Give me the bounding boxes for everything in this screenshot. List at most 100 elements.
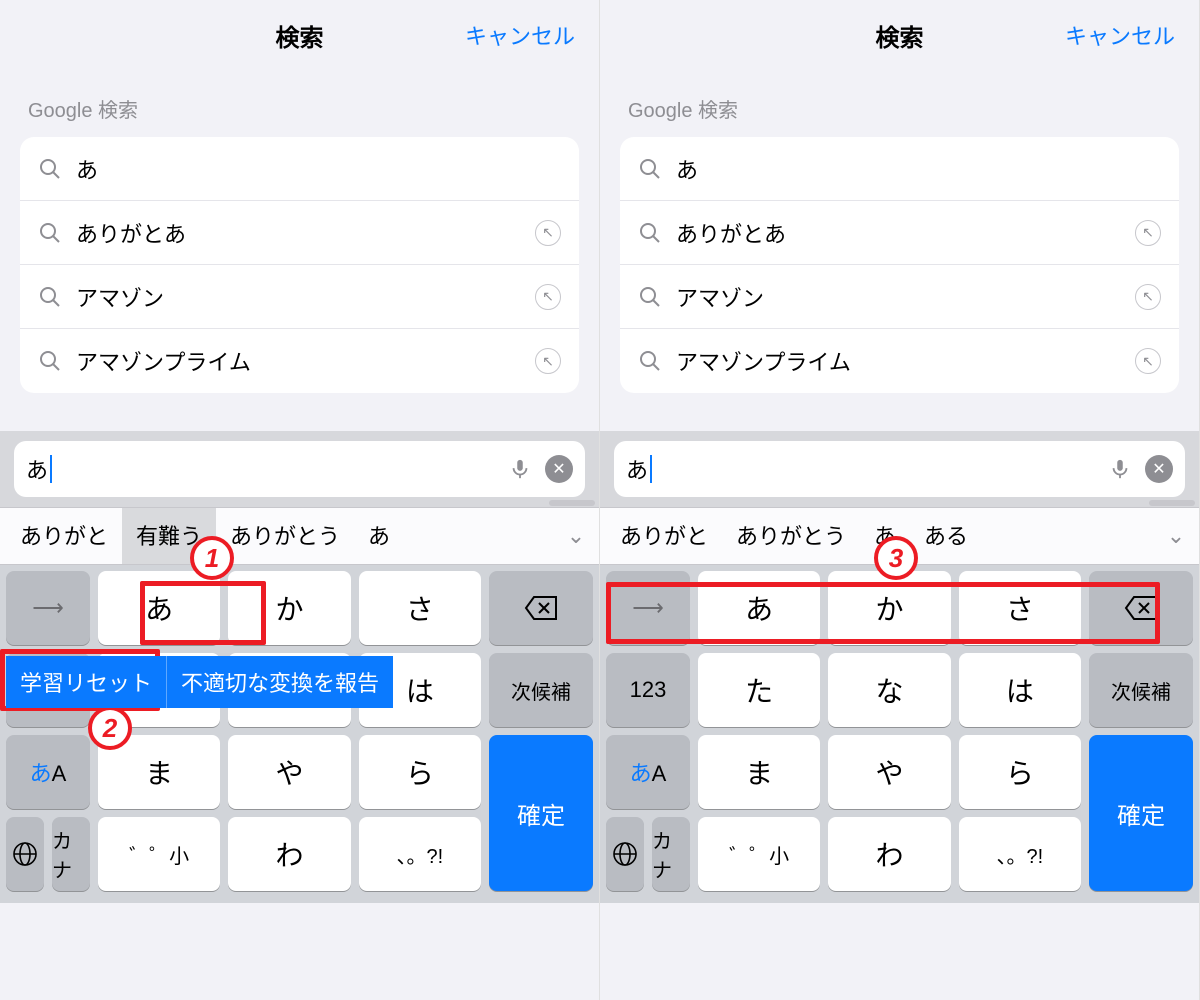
suggestion-text: アマゾンプライム bbox=[676, 345, 1135, 377]
candidate-item[interactable]: ある bbox=[910, 508, 982, 564]
candidate-item[interactable]: あ bbox=[354, 508, 404, 564]
suggestion-row[interactable]: アマゾンプライム ↖ bbox=[620, 329, 1179, 393]
key-a[interactable]: あ bbox=[98, 571, 220, 645]
suggestion-text: アマゾン bbox=[76, 281, 535, 313]
candidate-item[interactable]: ありがと bbox=[6, 508, 122, 564]
candidate-item[interactable]: ありがと bbox=[606, 508, 722, 564]
text-cursor bbox=[50, 455, 52, 483]
key-123[interactable]: 123 bbox=[606, 653, 690, 727]
key-confirm[interactable]: 確定 bbox=[1089, 735, 1193, 891]
expand-candidates-icon[interactable]: ⌄ bbox=[1159, 523, 1193, 549]
key-mode-switch[interactable]: あA bbox=[606, 735, 690, 809]
suggestion-row[interactable]: あ bbox=[620, 137, 1179, 201]
suggestion-text: あ bbox=[676, 153, 1161, 185]
key-na[interactable]: な bbox=[828, 653, 950, 727]
key-ya[interactable]: や bbox=[228, 735, 350, 809]
menu-report-conversion[interactable]: 不適切な変換を報告 bbox=[167, 656, 393, 708]
key-punct[interactable]: 、。?! bbox=[959, 817, 1081, 891]
candidate-item[interactable]: ありがとう bbox=[722, 508, 860, 564]
suggestion-text: アマゾンプライム bbox=[76, 345, 535, 377]
key-ha[interactable]: は bbox=[959, 653, 1081, 727]
search-icon bbox=[38, 349, 62, 373]
key-ra[interactable]: ら bbox=[359, 735, 481, 809]
suggestion-text: ありがとあ bbox=[76, 217, 535, 249]
key-punct[interactable]: 、。?! bbox=[359, 817, 481, 891]
key-confirm[interactable]: 確定 bbox=[489, 735, 593, 891]
key-sa[interactable]: さ bbox=[359, 571, 481, 645]
fill-arrow-icon[interactable]: ↖ bbox=[535, 220, 561, 246]
google-search-label: Google 検索 bbox=[0, 70, 599, 137]
search-icon bbox=[638, 221, 662, 245]
key-wa[interactable]: わ bbox=[228, 817, 350, 891]
search-header: 検索 キャンセル bbox=[0, 0, 599, 70]
search-input[interactable]: あ ✕ bbox=[614, 441, 1185, 497]
key-mode-switch[interactable]: あA bbox=[6, 735, 90, 809]
key-ka[interactable]: か bbox=[828, 571, 950, 645]
phone-left: 検索 キャンセル Google 検索 あ ありがとあ ↖ アマゾン ↖ アマゾン… bbox=[0, 0, 600, 1000]
search-input[interactable]: あ ✕ bbox=[14, 441, 585, 497]
backspace-icon bbox=[524, 595, 558, 621]
key-dakuten[interactable]: ゛゜小 bbox=[98, 817, 220, 891]
key-ma[interactable]: ま bbox=[698, 735, 820, 809]
suggestion-text: あ bbox=[76, 153, 561, 185]
key-ya[interactable]: や bbox=[828, 735, 950, 809]
key-backspace[interactable] bbox=[1089, 571, 1193, 645]
keyboard-handle-icon[interactable] bbox=[1149, 500, 1195, 506]
fill-arrow-icon[interactable]: ↖ bbox=[1135, 284, 1161, 310]
search-input-value: あ bbox=[626, 453, 648, 485]
kana-keyboard: ⟶ あ か さ 123 た な は 次候補 あA ま や ら bbox=[0, 565, 599, 903]
key-ra[interactable]: ら bbox=[959, 735, 1081, 809]
key-arrow[interactable]: ⟶ bbox=[6, 571, 90, 645]
suggestion-row[interactable]: あ bbox=[20, 137, 579, 201]
key-next-candidate[interactable]: 次候補 bbox=[1089, 653, 1193, 727]
suggestion-row[interactable]: アマゾン ↖ bbox=[620, 265, 1179, 329]
candidate-bar: ありがと 有難う ありがとう あ ⌄ bbox=[0, 507, 599, 565]
candidate-item-selected[interactable]: 有難う bbox=[122, 508, 216, 564]
key-a[interactable]: あ bbox=[698, 571, 820, 645]
fill-arrow-icon[interactable]: ↖ bbox=[535, 284, 561, 310]
search-icon bbox=[638, 285, 662, 309]
fill-arrow-icon[interactable]: ↖ bbox=[1135, 348, 1161, 374]
candidate-item[interactable]: あ bbox=[860, 508, 910, 564]
suggestion-row[interactable]: ありがとあ ↖ bbox=[20, 201, 579, 265]
key-globe[interactable] bbox=[606, 817, 644, 891]
clear-input-icon[interactable]: ✕ bbox=[1145, 455, 1173, 483]
fill-arrow-icon[interactable]: ↖ bbox=[535, 348, 561, 374]
search-icon bbox=[38, 221, 62, 245]
header-title: 検索 bbox=[876, 18, 924, 53]
search-header: 検索 キャンセル bbox=[600, 0, 1199, 70]
key-globe[interactable] bbox=[6, 817, 44, 891]
key-arrow[interactable]: ⟶ bbox=[606, 571, 690, 645]
clear-input-icon[interactable]: ✕ bbox=[545, 455, 573, 483]
candidate-item[interactable]: ありがとう bbox=[216, 508, 354, 564]
key-next-candidate[interactable]: 次候補 bbox=[489, 653, 593, 727]
expand-candidates-icon[interactable]: ⌄ bbox=[559, 523, 593, 549]
microphone-icon[interactable] bbox=[1109, 458, 1131, 480]
fill-arrow-icon[interactable]: ↖ bbox=[1135, 220, 1161, 246]
key-ta[interactable]: た bbox=[698, 653, 820, 727]
key-ka[interactable]: か bbox=[228, 571, 350, 645]
key-ma[interactable]: ま bbox=[98, 735, 220, 809]
key-dakuten[interactable]: ゛゜小 bbox=[698, 817, 820, 891]
cancel-button[interactable]: キャンセル bbox=[465, 19, 575, 51]
key-kana[interactable]: カナ bbox=[52, 817, 90, 891]
key-kana[interactable]: カナ bbox=[652, 817, 690, 891]
suggestion-row[interactable]: アマゾン ↖ bbox=[20, 265, 579, 329]
microphone-icon[interactable] bbox=[509, 458, 531, 480]
key-wa[interactable]: わ bbox=[828, 817, 950, 891]
cancel-button[interactable]: キャンセル bbox=[1065, 19, 1175, 51]
keyboard-search-bar: あ ✕ bbox=[0, 431, 599, 507]
key-sa[interactable]: さ bbox=[959, 571, 1081, 645]
search-icon bbox=[38, 285, 62, 309]
candidate-bar: ありがと ありがとう あ ある ⌄ bbox=[600, 507, 1199, 565]
suggestion-row[interactable]: ありがとあ ↖ bbox=[620, 201, 1179, 265]
key-backspace[interactable] bbox=[489, 571, 593, 645]
suggestion-list: あ ありがとあ ↖ アマゾン ↖ アマゾンプライム ↖ bbox=[620, 137, 1179, 393]
backspace-icon bbox=[1124, 595, 1158, 621]
suggestion-row[interactable]: アマゾンプライム ↖ bbox=[20, 329, 579, 393]
search-input-value: あ bbox=[26, 453, 48, 485]
text-cursor bbox=[650, 455, 652, 483]
menu-reset-learning[interactable]: 学習リセット bbox=[6, 656, 167, 708]
candidate-context-menu: 学習リセット 不適切な変換を報告 bbox=[6, 656, 393, 708]
keyboard-handle-icon[interactable] bbox=[549, 500, 595, 506]
